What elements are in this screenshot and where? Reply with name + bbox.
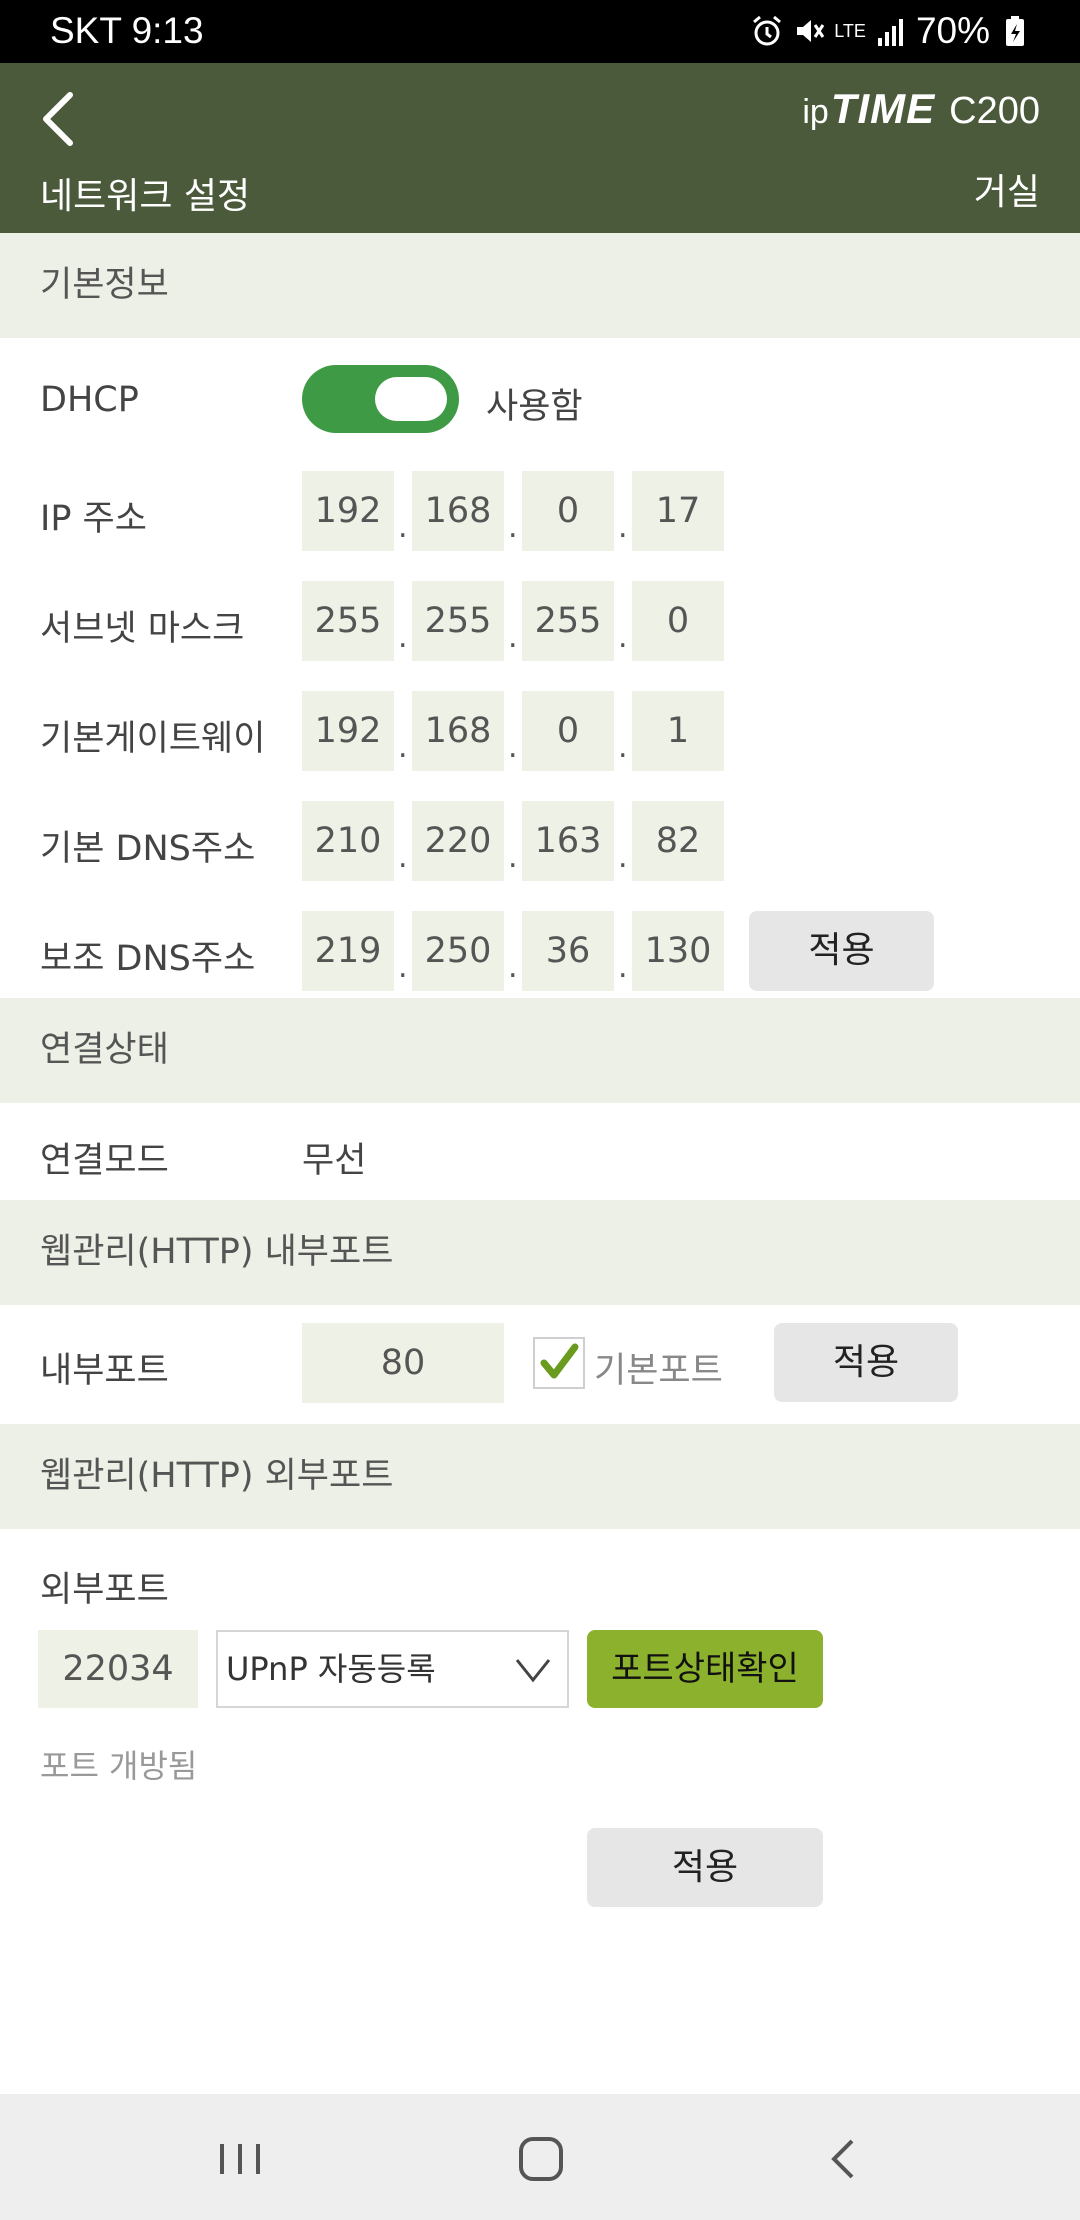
dot-separator: . — [398, 510, 408, 545]
apply-ip-button[interactable]: 적용 — [749, 911, 934, 991]
gateway-octet-2[interactable]: 168 — [412, 691, 504, 771]
status-icons: LTE 70% — [750, 10, 1032, 52]
page-title: 네트워크 설정 — [40, 176, 251, 217]
mute-icon — [797, 20, 825, 42]
ip-octet-3[interactable]: 0 — [522, 471, 614, 551]
app-header: ip TIME C200 네트워크 설정 거실 — [0, 63, 1080, 233]
alarm-icon — [753, 15, 782, 46]
dot-separator: . — [508, 730, 518, 765]
gateway-octet-4[interactable]: 1 — [632, 691, 724, 771]
dns2-label: 보조 DNS주소 — [40, 939, 256, 979]
dns1-octet-4[interactable]: 82 — [632, 801, 724, 881]
dns1-octet-2[interactable]: 220 — [412, 801, 504, 881]
gateway-octet-3[interactable]: 0 — [522, 691, 614, 771]
ip-octet-1[interactable]: 192 — [302, 471, 394, 551]
dns1-octet-1[interactable]: 210 — [302, 801, 394, 881]
back-arrow-icon[interactable] — [26, 83, 96, 153]
section-internal-port: 웹관리(HTTP) 내부포트 — [0, 1200, 1080, 1305]
signal-icon — [877, 19, 903, 46]
connection-mode-value: 무선 — [302, 1141, 367, 1181]
dot-separator: . — [508, 840, 518, 875]
section-basic-info: 기본정보 — [0, 233, 1080, 338]
internal-port-label: 내부포트 — [40, 1351, 169, 1391]
section-external-port: 웹관리(HTTP) 외부포트 — [0, 1424, 1080, 1529]
battery-percent: 70% — [915, 10, 990, 51]
dns2-octet-2[interactable]: 250 — [412, 911, 504, 991]
subnet-label: 서브넷 마스크 — [40, 609, 245, 649]
recent-apps-icon[interactable] — [205, 2124, 275, 2194]
checkmark-icon — [540, 1343, 579, 1379]
home-icon[interactable] — [506, 2124, 576, 2194]
dot-separator: . — [398, 840, 408, 875]
lte-icon: LTE — [834, 21, 866, 41]
gateway-label: 기본게이트웨이 — [40, 719, 266, 759]
battery-icon — [1006, 16, 1024, 46]
dns2-octet-4[interactable]: 130 — [632, 911, 724, 991]
dot-separator: . — [618, 510, 628, 545]
internal-port-input[interactable]: 80 — [302, 1323, 504, 1403]
select-value: UPnP 자동등록 — [226, 1650, 436, 1688]
model-name: C200 — [949, 90, 1040, 132]
apply-external-port-button[interactable]: 적용 — [587, 1828, 823, 1907]
chevron-down-icon — [515, 1659, 551, 1683]
connection-mode-label: 연결모드 — [40, 1141, 169, 1181]
brand-ip: ip — [802, 93, 829, 131]
ip-octet-4[interactable]: 17 — [632, 471, 724, 551]
toggle-knob — [375, 377, 447, 421]
system-nav-bar — [0, 2094, 1080, 2220]
dhcp-label: DHCP — [40, 380, 139, 420]
port-registration-select[interactable]: UPnP 자동등록 — [216, 1630, 569, 1708]
status-bar: SKT 9:13 LTE 70% — [0, 0, 1080, 63]
brand-logo: ip TIME C200 — [802, 85, 1040, 133]
dot-separator: . — [618, 730, 628, 765]
brand-time: TIME — [830, 85, 936, 132]
dns2-octet-1[interactable]: 219 — [302, 911, 394, 991]
dot-separator: . — [508, 950, 518, 985]
dns1-octet-3[interactable]: 163 — [522, 801, 614, 881]
dot-separator: . — [508, 510, 518, 545]
dot-separator: . — [618, 950, 628, 985]
device-location: 거실 — [973, 172, 1040, 213]
dot-separator: . — [618, 840, 628, 875]
dot-separator: . — [398, 950, 408, 985]
dhcp-toggle[interactable] — [302, 365, 459, 433]
subnet-octet-1[interactable]: 255 — [302, 581, 394, 661]
dot-separator: . — [398, 620, 408, 655]
check-port-status-button[interactable]: 포트상태확인 — [587, 1630, 823, 1708]
default-port-label: 기본포트 — [594, 1351, 723, 1391]
subnet-octet-4[interactable]: 0 — [632, 581, 724, 661]
section-connection-status: 연결상태 — [0, 998, 1080, 1103]
ip-label: IP 주소 — [40, 499, 147, 539]
back-nav-icon[interactable] — [810, 2124, 880, 2194]
dns1-label: 기본 DNS주소 — [40, 829, 256, 869]
dot-separator: . — [618, 620, 628, 655]
external-port-input[interactable]: 22034 — [38, 1630, 198, 1708]
dot-separator: . — [398, 730, 408, 765]
port-status-text: 포트 개방됨 — [40, 1747, 198, 1785]
subnet-octet-2[interactable]: 255 — [412, 581, 504, 661]
dhcp-state: 사용함 — [486, 387, 583, 427]
apply-internal-port-button[interactable]: 적용 — [774, 1323, 958, 1402]
ip-octet-2[interactable]: 168 — [412, 471, 504, 551]
dns2-octet-3[interactable]: 36 — [522, 911, 614, 991]
gateway-octet-1[interactable]: 192 — [302, 691, 394, 771]
default-port-checkbox[interactable] — [533, 1337, 585, 1389]
dot-separator: . — [508, 620, 518, 655]
carrier-time: SKT 9:13 — [50, 10, 204, 51]
subnet-octet-3[interactable]: 255 — [522, 581, 614, 661]
external-port-label: 외부포트 — [40, 1570, 169, 1610]
